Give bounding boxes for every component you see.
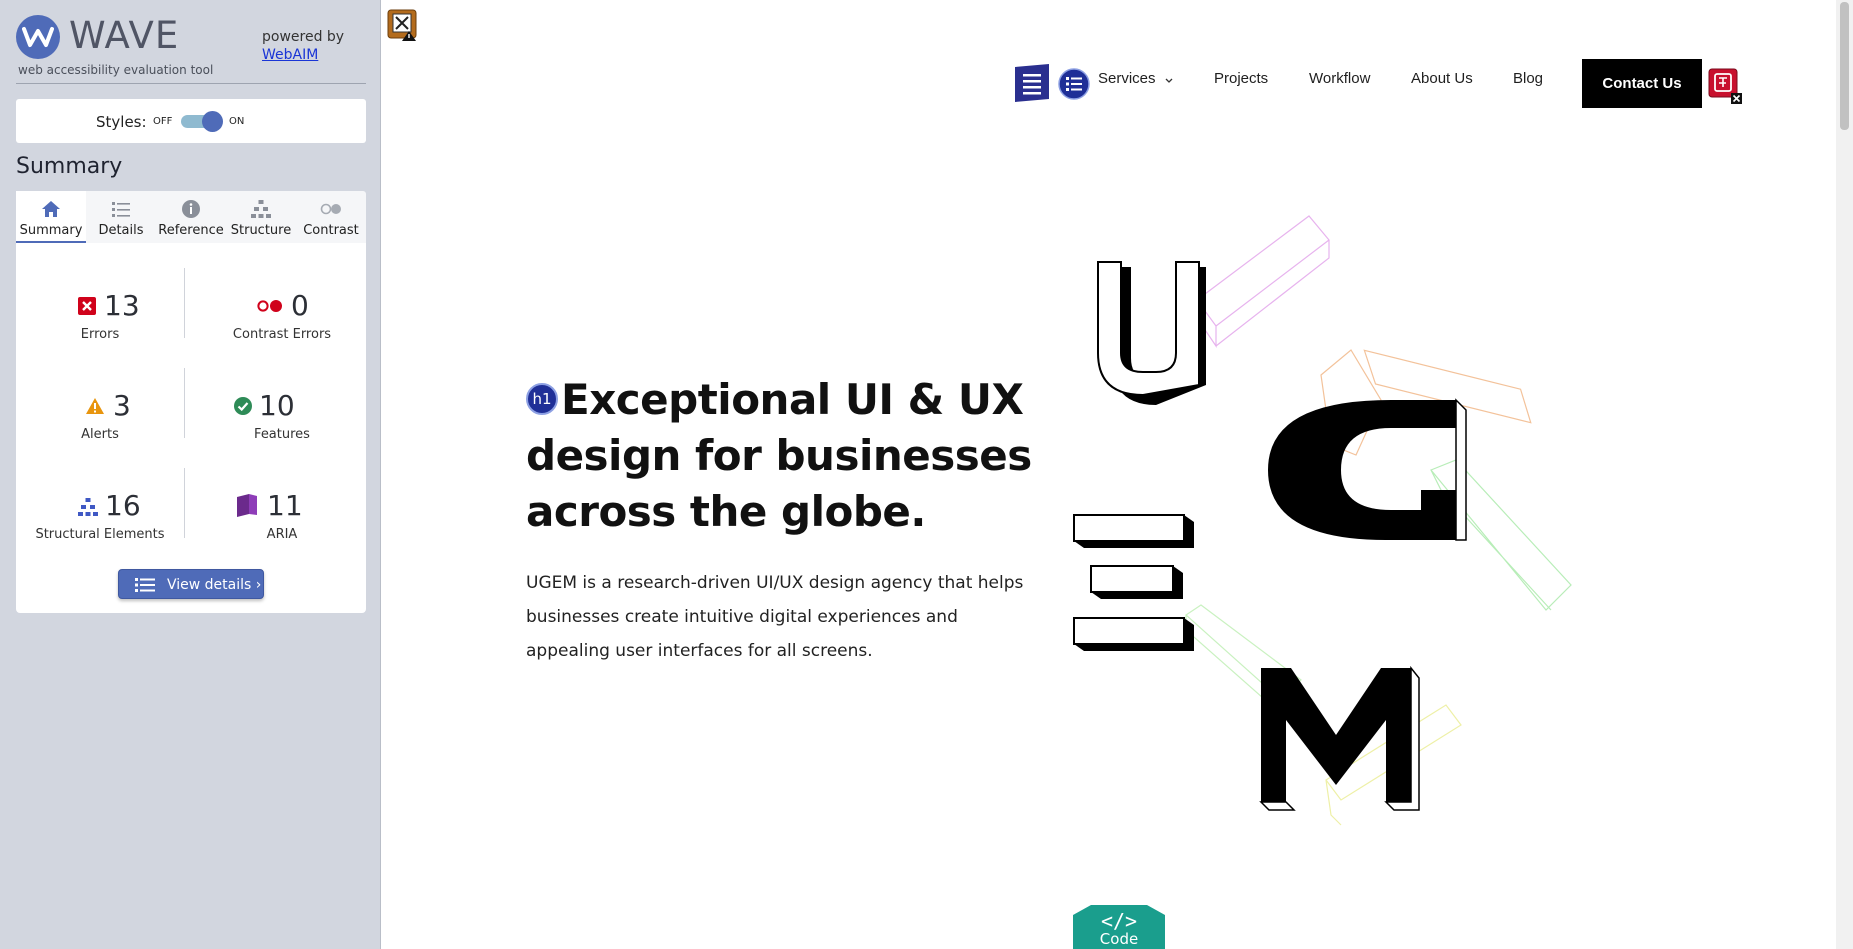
structure-icon (78, 498, 98, 516)
home-icon (42, 201, 60, 217)
errors-count: 13 (104, 289, 140, 322)
tab-structure[interactable]: Structure (226, 191, 296, 243)
header-divider (16, 83, 366, 84)
view-details-label: View details › (167, 577, 262, 593)
nav-blog[interactable]: Blog (1513, 70, 1543, 87)
structure-icon (251, 200, 271, 218)
aria-icon (237, 494, 257, 517)
nav-projects[interactable]: Projects (1214, 70, 1268, 87)
hero-description: UGEM is a research-driven UI/UX design a… (526, 573, 1024, 661)
nav-about[interactable]: About Us (1411, 70, 1473, 87)
styles-off-label: OFF (153, 116, 173, 127)
contrast-icon (320, 203, 341, 215)
landmark-nav-icon[interactable] (1014, 64, 1050, 102)
structural-label: Structural Elements (35, 527, 165, 542)
nav-workflow[interactable]: Workflow (1309, 70, 1370, 87)
letter-g (1268, 398, 1467, 541)
wave-title: WAVE (69, 14, 180, 57)
tab-label: Reference (158, 223, 224, 238)
features-count: 10 (259, 389, 295, 422)
code-label: Code (1099, 930, 1139, 948)
hero-heading: h1 Exceptional UI & UX design for busines… (526, 372, 1046, 540)
letter-m (1259, 665, 1420, 811)
structural-count: 16 (105, 489, 141, 522)
letter-e (1073, 514, 1194, 651)
contact-button[interactable]: Contact Us (1582, 59, 1702, 108)
wave-code-button[interactable]: </> Code (1073, 905, 1165, 949)
scrollbar-thumb[interactable] (1840, 2, 1849, 130)
panel-title: Summary (16, 154, 123, 179)
tab-label: Details (98, 223, 144, 238)
info-icon (182, 200, 200, 218)
error-icon (78, 297, 96, 315)
wave-sidebar: WAVE web accessibility evaluation tool p… (0, 0, 381, 949)
tab-label: Structure (230, 223, 292, 238)
wave-error-flag-icon[interactable] (387, 9, 419, 43)
letter-u (1097, 261, 1206, 405)
wave-subtitle: web accessibility evaluation tool (18, 63, 214, 77)
alert-icon (86, 398, 104, 414)
chevron-down-icon (1165, 78, 1173, 83)
tab-contrast[interactable]: Contrast (296, 191, 366, 243)
view-details-button[interactable]: View details › (118, 569, 264, 599)
tab-reference[interactable]: Reference (156, 191, 226, 243)
powered-by-label: powered by (262, 29, 345, 45)
wave-header: WAVE web accessibility evaluation tool p… (0, 0, 381, 86)
aria-label: ARIA (266, 527, 298, 542)
divider (184, 268, 185, 338)
tab-summary[interactable]: Summary (16, 191, 86, 243)
styles-toggle-panel: Styles: OFF ON (16, 99, 366, 143)
divider (184, 468, 185, 538)
wave-tabs: Summary Details Reference Structure Cont… (16, 191, 366, 243)
list-icon (112, 202, 130, 217)
tab-label: Contrast (303, 223, 359, 238)
contrast-error-icon (257, 300, 282, 312)
divider (184, 368, 185, 438)
features-label: Features (254, 427, 310, 442)
wave-logo-icon (16, 15, 60, 59)
tab-label: Summary (19, 223, 83, 238)
alerts-label: Alerts (81, 427, 119, 442)
page-scrollbar[interactable] (1836, 0, 1853, 949)
tab-details[interactable]: Details (86, 191, 156, 243)
h1-badge-icon[interactable]: h1 (526, 382, 558, 415)
list-icon (135, 578, 155, 592)
list-element-icon[interactable] (1058, 68, 1090, 100)
website-viewport: Services Projects Workflow About Us Blog… (381, 0, 1836, 949)
hero-heading-text: Exceptional UI & UX design for businesse… (526, 375, 1032, 536)
alerts-count: 3 (113, 389, 131, 422)
wave-error-flag-icon[interactable] (1708, 68, 1744, 106)
nav-services[interactable]: Services (1098, 70, 1156, 87)
styles-toggle-knob[interactable] (202, 111, 223, 132)
contrast-errors-count: 0 (291, 289, 309, 322)
summary-panel: 13 Errors 0 Contrast Errors 3 Alerts 10 (16, 243, 366, 613)
styles-label: Styles: (96, 113, 147, 131)
aria-count: 11 (267, 489, 303, 522)
webaim-link[interactable]: WebAIM (262, 47, 318, 63)
styles-on-label: ON (229, 116, 245, 127)
contrast-errors-label: Contrast Errors (232, 327, 332, 342)
feature-icon (234, 397, 252, 415)
errors-label: Errors (80, 327, 120, 342)
